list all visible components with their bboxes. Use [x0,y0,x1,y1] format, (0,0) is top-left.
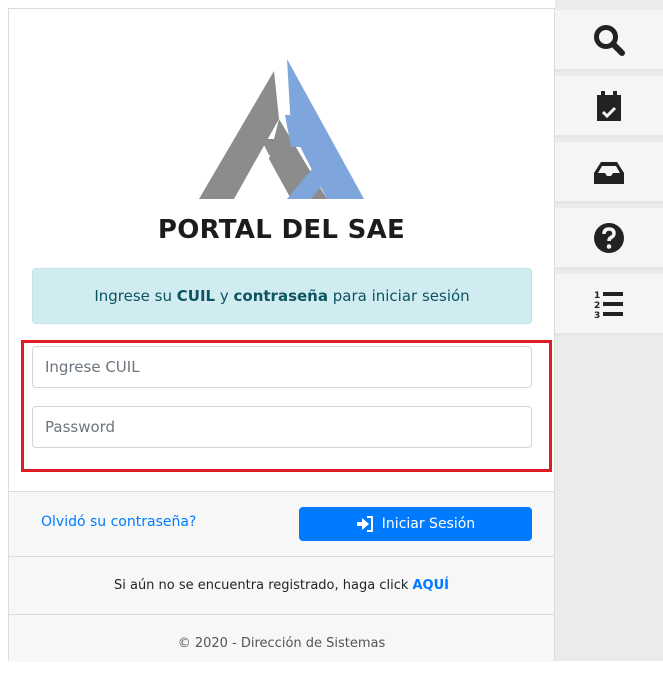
register-row: Si aún no se encuentra registrado, haga … [9,556,554,614]
sidebar-item-help[interactable] [555,208,663,270]
login-card: PORTAL DEL SAE Ingrese su CUIL y contras… [8,8,555,662]
svg-text:3: 3 [594,311,600,321]
search-icon [594,24,625,56]
ordered-list-icon: 1 2 3 [594,291,623,321]
svg-text:2: 2 [594,301,600,311]
page-title: PORTAL DEL SAE [157,215,406,245]
svg-text:1: 1 [594,291,600,301]
password-input[interactable] [32,406,532,448]
login-button-label: Iniciar Sesión [381,516,476,532]
info-prefix: Ingrese su [94,287,177,305]
info-alert: Ingrese su CUIL y contraseña para inicia… [32,268,532,324]
register-text: Si aún no se encuentra registrado, haga … [113,578,413,593]
login-actions: Olvidó su contraseña? Iniciar Sesión [9,491,554,556]
sidebar: 1 2 3 [555,0,663,661]
sidebar-item-list[interactable]: 1 2 3 [555,274,663,336]
sidebar-item-calendar[interactable] [555,76,663,138]
sae-logo [199,59,364,199]
inbox-icon [594,161,624,184]
cuil-input[interactable] [32,346,532,388]
info-cuil: CUIL [176,287,216,305]
copyright: © 2020 - Dirección de Sistemas [9,614,554,662]
info-password: contraseña [233,287,328,305]
info-suffix: para iniciar sesión [327,287,470,305]
question-circle-icon [594,222,624,253]
sidebar-item-inbox[interactable] [555,142,663,204]
forgot-password-link[interactable]: Olvidó su contraseña? [41,514,196,530]
info-middle: y [215,287,234,305]
login-button[interactable]: Iniciar Sesión [299,507,532,541]
sidebar-item-search[interactable] [555,10,663,72]
calendar-check-icon [597,90,621,121]
sign-in-icon [356,516,373,532]
register-link[interactable]: AQUÍ [413,578,450,593]
